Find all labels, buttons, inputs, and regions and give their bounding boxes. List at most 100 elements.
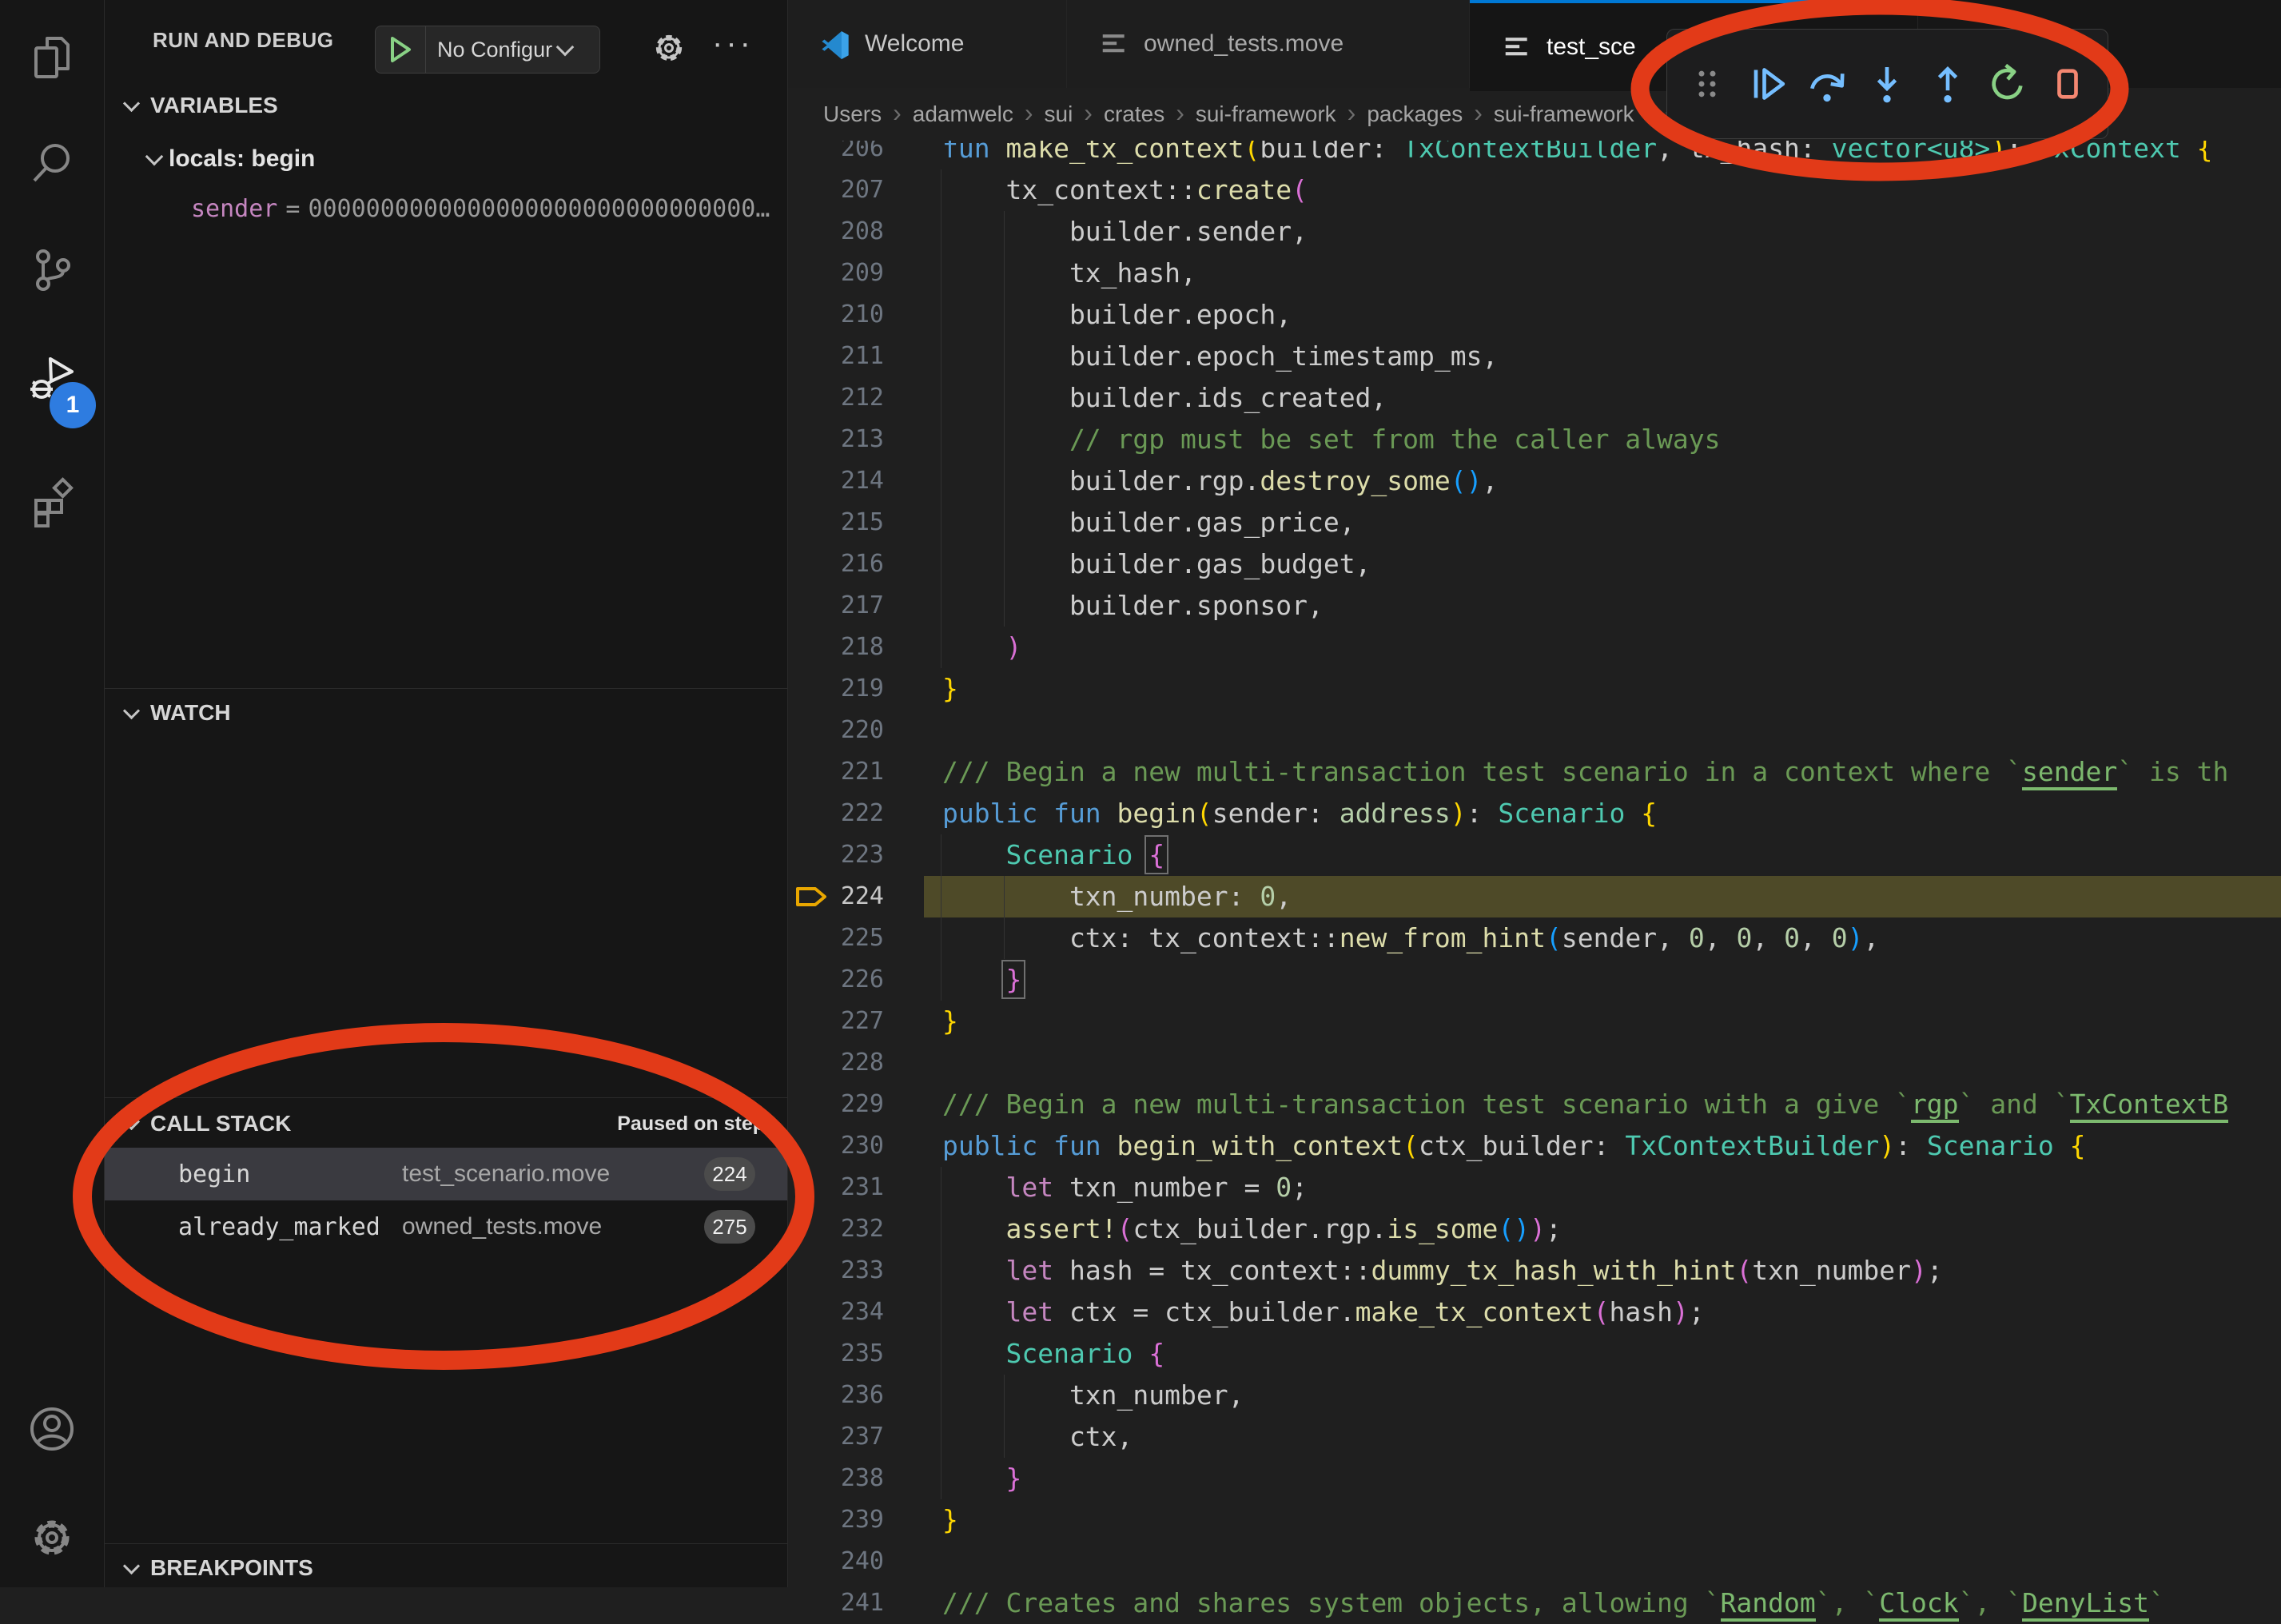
line-number: 240 — [788, 1541, 884, 1582]
code-text: builder.gas_budget, — [942, 543, 1371, 585]
code-line: 241/// Creates and shares system objects… — [788, 1582, 2281, 1624]
code-text: tx_context::create( — [942, 169, 1308, 211]
line-number: 236 — [788, 1375, 884, 1416]
frame-function: already_marked — [178, 1213, 380, 1241]
code-text: Scenario { — [942, 1333, 1164, 1375]
code-text: /// Begin a new multi-transaction test s… — [942, 1084, 2228, 1125]
code-line: 212 builder.ids_created, — [788, 377, 2281, 419]
chevron-down-icon — [123, 702, 140, 718]
code-text: } — [942, 668, 958, 710]
line-number: 228 — [788, 1042, 884, 1084]
breadcrumb-separator: › — [882, 98, 913, 131]
breadcrumb-separator: › — [1336, 98, 1367, 131]
breadcrumb-item[interactable]: packages — [1367, 102, 1463, 127]
extensions-icon[interactable] — [26, 476, 78, 527]
line-number: 227 — [788, 1001, 884, 1042]
line-number: 219 — [788, 668, 884, 710]
line-number: 237 — [788, 1416, 884, 1458]
line-number: 211 — [788, 336, 884, 377]
code-text: let ctx = ctx_builder.make_tx_context(ha… — [942, 1292, 1705, 1333]
breadcrumb-item[interactable]: Users — [823, 102, 882, 127]
toolbar-drag-handle-icon[interactable] — [1683, 60, 1731, 108]
breadcrumb-item[interactable]: sui-framework — [1494, 102, 1634, 127]
step-over-icon[interactable] — [1803, 60, 1851, 108]
code-line: 218 ) — [788, 627, 2281, 668]
code-text: /// Creates and shares system objects, a… — [942, 1582, 2165, 1624]
code-line: 207 tx_context::create( — [788, 169, 2281, 211]
code-text: builder.epoch, — [942, 294, 1292, 336]
variable-equals: = — [277, 195, 308, 223]
code-line: 215 builder.gas_price, — [788, 502, 2281, 543]
code-text: assert!(ctx_builder.rgp.is_some()); — [942, 1208, 1562, 1250]
line-number: 213 — [788, 419, 884, 460]
section-separator — [105, 1097, 787, 1098]
stop-icon[interactable] — [2044, 60, 2092, 108]
code-text: builder.gas_price, — [942, 502, 1355, 543]
code-line: 240 — [788, 1541, 2281, 1582]
launch-settings-gear-icon[interactable] — [650, 29, 688, 67]
code-line: 213 // rgp must be set from the caller a… — [788, 419, 2281, 460]
line-number: 234 — [788, 1292, 884, 1333]
line-number: 235 — [788, 1333, 884, 1375]
variables-scope[interactable]: locals: begin — [141, 145, 315, 173]
variables-section-header[interactable]: VARIABLES — [119, 93, 278, 118]
line-number: 209 — [788, 253, 884, 294]
breakpoints-section-header[interactable]: BREAKPOINTS — [119, 1555, 313, 1581]
variable-row[interactable]: sender=0000000000000000000000000000000… — [191, 195, 770, 223]
line-number: 221 — [788, 751, 884, 793]
breadcrumb-item[interactable]: sui-framework — [1196, 102, 1336, 127]
breadcrumb-item[interactable]: crates — [1104, 102, 1164, 127]
frame-function: begin — [178, 1160, 250, 1188]
settings-gear-icon[interactable] — [26, 1512, 78, 1563]
code-line: 229/// Begin a new multi-transaction tes… — [788, 1084, 2281, 1125]
line-number: 223 — [788, 834, 884, 876]
code-line: 211 builder.epoch_timestamp_ms, — [788, 336, 2281, 377]
start-debug-icon[interactable] — [376, 26, 426, 73]
frame-file: test_scenario.move — [402, 1160, 610, 1188]
line-number: 220 — [788, 710, 884, 751]
editor-group: 206fun make_tx_context(builder: TxContex… — [788, 0, 2281, 1587]
line-number: 225 — [788, 917, 884, 959]
line-number: 224 — [788, 876, 884, 917]
code-line: 239} — [788, 1499, 2281, 1541]
chevron-down-icon — [123, 1557, 140, 1574]
chevron-down-icon — [123, 94, 140, 111]
explorer-icon[interactable] — [26, 32, 78, 83]
call-stack-frames: begintest_scenario.move224already_marked… — [105, 1148, 787, 1253]
restart-icon[interactable] — [1984, 60, 2032, 108]
account-icon[interactable] — [26, 1403, 78, 1455]
continue-icon[interactable] — [1743, 60, 1791, 108]
call-stack-section-header[interactable]: CALL STACK — [119, 1111, 291, 1136]
code-area[interactable]: 206fun make_tx_context(builder: TxContex… — [788, 0, 2281, 1587]
activity-bar: 1 — [0, 0, 105, 1587]
line-number: 217 — [788, 585, 884, 627]
code-text: builder.rgp.destroy_some(), — [942, 460, 1498, 502]
step-into-icon[interactable] — [1863, 60, 1911, 108]
code-text: builder.sender, — [942, 211, 1308, 253]
more-actions-icon[interactable]: ··· — [712, 32, 760, 64]
code-line: 220 — [788, 710, 2281, 751]
code-line: 219} — [788, 668, 2281, 710]
step-out-icon[interactable] — [1924, 60, 1972, 108]
line-number: 226 — [788, 959, 884, 1001]
code-line: 231 let txn_number = 0; — [788, 1167, 2281, 1208]
breadcrumb-item[interactable]: sui — [1045, 102, 1073, 127]
variable-value: 0000000000000000000000000000000… — [308, 195, 770, 223]
call-stack-frame[interactable]: already_markedowned_tests.move275 — [105, 1200, 787, 1253]
debug-config-dropdown[interactable]: No Configur — [375, 26, 600, 74]
line-number: 230 — [788, 1125, 884, 1167]
watch-section-header[interactable]: WATCH — [119, 700, 231, 726]
breadcrumb-item[interactable]: adamwelc — [913, 102, 1013, 127]
debug-toolbar — [1666, 29, 2108, 139]
call-stack-frame[interactable]: begintest_scenario.move224 — [105, 1148, 787, 1200]
code-text: builder.epoch_timestamp_ms, — [942, 336, 1498, 377]
code-text: } — [942, 959, 1021, 1001]
tab-welcome[interactable]: Welcome — [788, 0, 1067, 88]
breadcrumb-separator: › — [1463, 98, 1494, 131]
search-icon[interactable] — [26, 137, 78, 189]
tab-owned-tests[interactable]: owned_tests.move — [1067, 0, 1470, 88]
source-control-icon[interactable] — [26, 245, 78, 296]
code-line: 227} — [788, 1001, 2281, 1042]
run-debug-sidebar: RUN AND DEBUG No Configur ··· VARIABLES … — [105, 0, 788, 1587]
code-line: 238 } — [788, 1458, 2281, 1499]
